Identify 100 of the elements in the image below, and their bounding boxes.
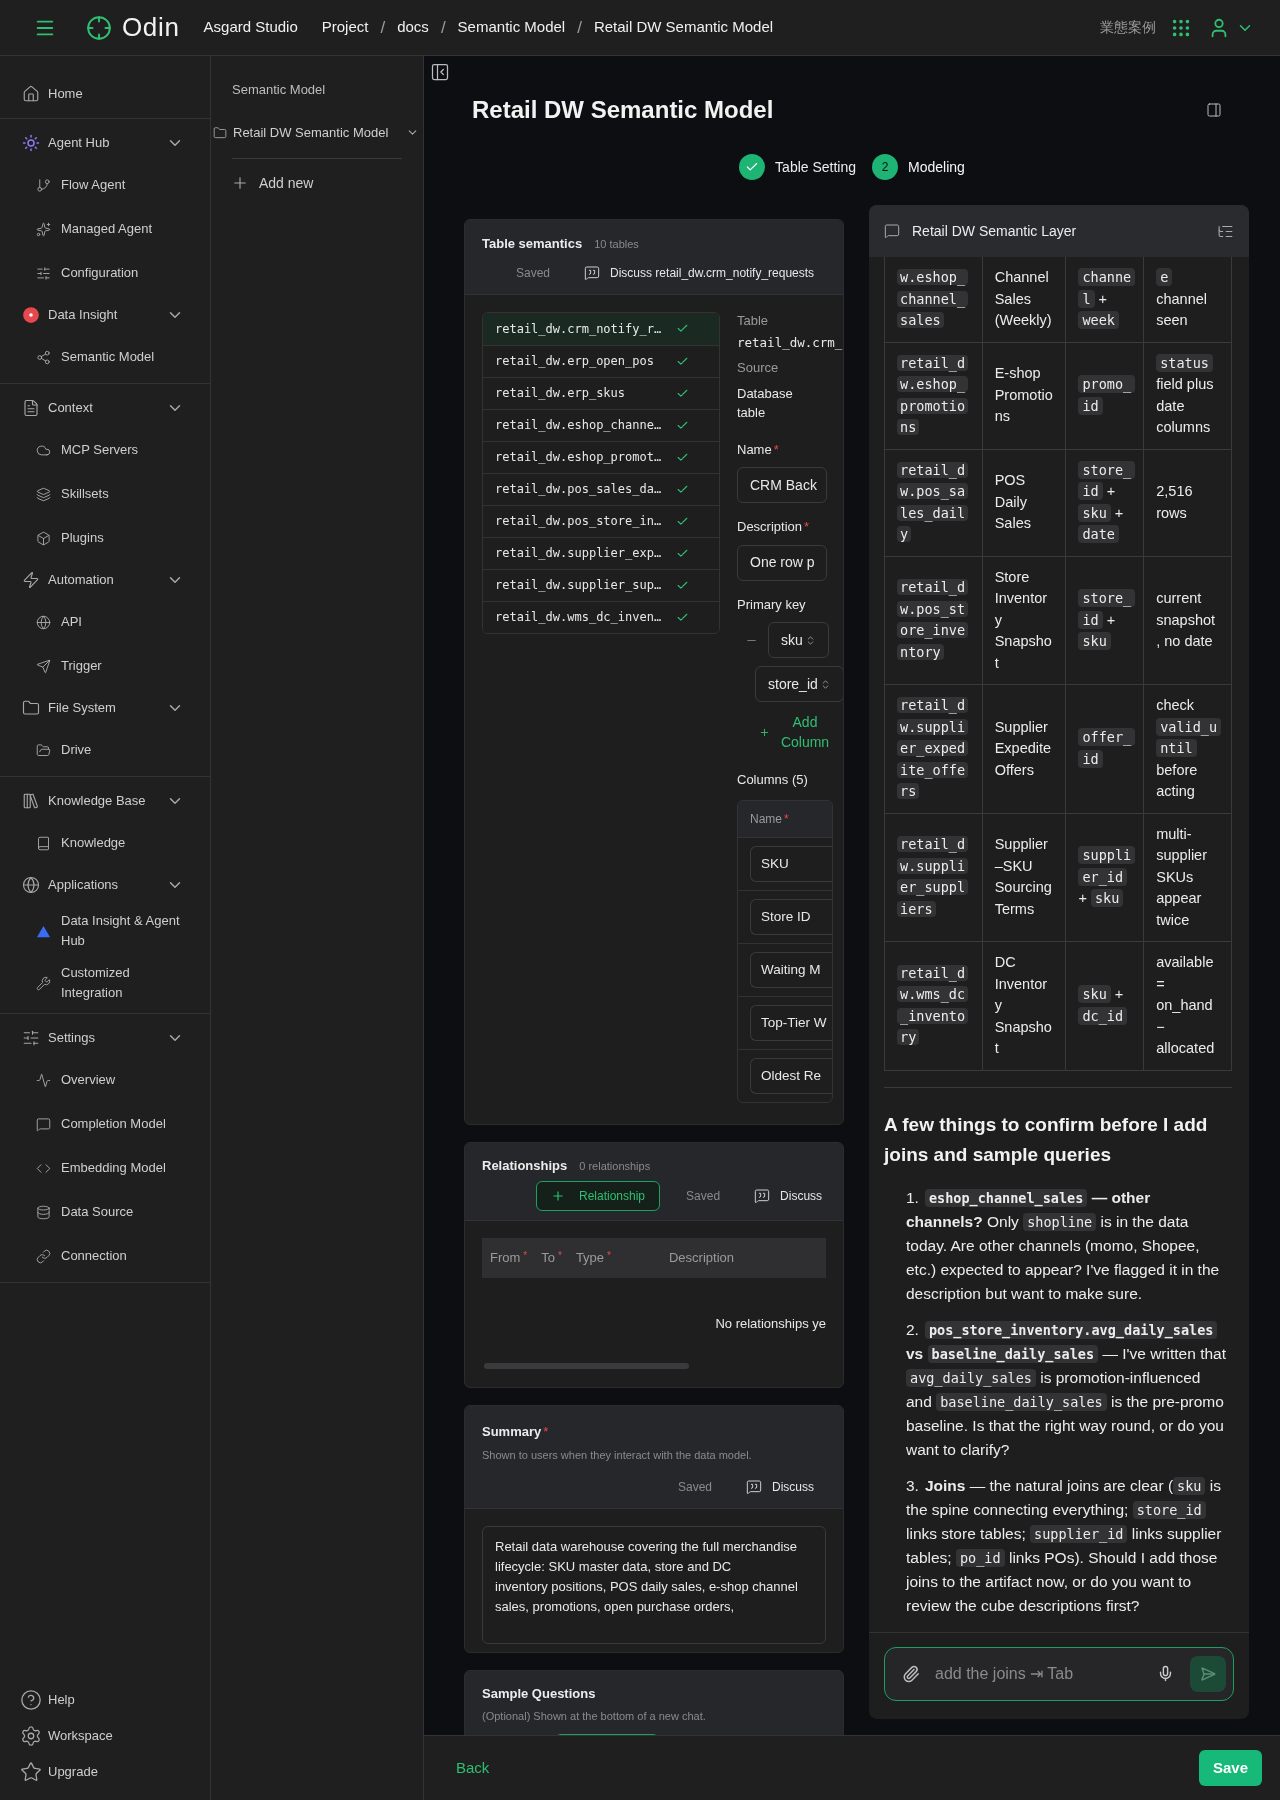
nav-item[interactable]: Applications — [0, 865, 210, 905]
workspace-label[interactable]: 業態案例 — [1100, 17, 1156, 38]
nav-item[interactable]: Skillsets — [0, 472, 210, 516]
table-cell: retail_dw.pos_store_inventory — [884, 556, 983, 685]
panel-toggle-icon[interactable] — [1206, 102, 1222, 118]
breadcrumb-link[interactable]: Asgard Studio — [203, 16, 298, 39]
back-button[interactable]: Back — [456, 1756, 490, 1780]
discuss-button[interactable]: Discuss — [746, 1477, 814, 1496]
column-name-field[interactable]: Waiting M — [750, 951, 832, 988]
link-icon — [36, 1248, 51, 1264]
card-title: Relationships — [482, 1157, 568, 1175]
table-list-item[interactable]: retail_dw.crm_notify_r… — [483, 312, 719, 345]
nav-item[interactable]: API — [0, 600, 210, 644]
breadcrumb-link[interactable]: Project — [321, 16, 369, 39]
table-cell: available = on_hand − allocated — [1143, 941, 1232, 1070]
nav-item[interactable]: Data Insight & Agent Hub — [0, 905, 210, 957]
columns-heading: Columns (5) — [737, 771, 809, 790]
card-title: Table semantics — [482, 235, 583, 253]
lightning-icon — [22, 571, 40, 589]
nav-item[interactable]: Upgrade — [20, 1758, 210, 1786]
table-cell: DC Inventory Snapshot — [982, 941, 1066, 1070]
plus-icon — [231, 174, 249, 192]
nav-item[interactable]: Completion Model — [0, 1102, 210, 1146]
discuss-button[interactable]: Discuss — [754, 1186, 823, 1205]
plus-icon — [551, 1188, 565, 1203]
attach-icon[interactable] — [902, 1665, 920, 1683]
nav-item[interactable]: Overview — [0, 1058, 210, 1102]
table-cell: supplier_id + sku — [1065, 813, 1144, 942]
card-title: Sample Questions — [482, 1685, 597, 1703]
nav-item[interactable]: Embedding Model — [0, 1146, 210, 1190]
table-cell: store_id + sku — [1065, 556, 1144, 685]
table-cell: retail_dw.supplier_suppliers — [884, 813, 983, 942]
books-icon — [22, 792, 40, 810]
nav-item[interactable]: Trigger — [0, 644, 210, 688]
chat-input[interactable]: add the joins ⇥ Tab — [884, 1647, 1234, 1701]
empty-message: No relationships ye — [715, 1314, 826, 1333]
column-name-field[interactable]: SKU — [750, 845, 832, 882]
folder-icon — [213, 125, 227, 140]
collapse-sidebar-icon[interactable] — [430, 62, 450, 82]
nav-item[interactable]: Data Source — [0, 1190, 210, 1234]
chat-title: Retail DW Semantic Layer — [912, 221, 1078, 241]
field-label: Name* — [737, 440, 780, 459]
table-cell: current snapshot, no date — [1143, 556, 1232, 685]
column-name-field[interactable]: Store ID — [750, 898, 832, 935]
nav-item[interactable]: Managed Agent — [0, 207, 210, 251]
column-name-field[interactable]: Oldest Re — [750, 1057, 832, 1094]
breadcrumb-link[interactable]: Semantic Model — [457, 16, 566, 39]
add-new-button[interactable]: Add new — [231, 172, 314, 194]
nav-item[interactable]: Flow Agent — [0, 163, 210, 207]
nav-item[interactable]: Knowledge — [0, 821, 210, 865]
globe-icon — [36, 614, 51, 630]
nav-item[interactable]: Connection — [0, 1234, 210, 1278]
breadcrumb-link[interactable]: docs — [397, 16, 429, 39]
table-cell: check valid_until before acting — [1143, 684, 1232, 813]
table-cell: w.eshop_channel_sales — [884, 257, 983, 342]
nav-item[interactable]: Settings — [0, 1018, 210, 1058]
nav-item[interactable]: Automation — [0, 560, 210, 600]
mic-icon[interactable] — [1157, 1665, 1174, 1682]
nav-item[interactable]: Help — [20, 1686, 210, 1714]
folder-icon — [22, 699, 40, 717]
discuss-button[interactable]: Discuss retail_dw.crm_notify_requests — [584, 263, 815, 282]
nav-item[interactable]: Customized Integration — [0, 957, 210, 1009]
send-button[interactable] — [1190, 1656, 1226, 1692]
breadcrumb-separator: / — [380, 16, 386, 39]
description-field[interactable]: One row p — [737, 544, 827, 581]
nav-item[interactable]: MCP Servers — [0, 428, 210, 472]
chat-icon — [754, 1187, 771, 1204]
table-list-item[interactable]: retail_dw.wms_dc_inven… — [483, 600, 719, 633]
step: Table Setting — [739, 154, 857, 180]
column-header: From * — [490, 1248, 528, 1267]
nav-item[interactable]: Home — [0, 74, 210, 114]
tree-item[interactable]: Retail DW Semantic Model — [211, 117, 423, 148]
summary-field[interactable]: Retail data warehouse covering the full merchandise lifecycle: SKU master data, store and DC inventory positions, POS daily sales, e-shop channel sales, promotions, open purchase orders, — [482, 1525, 826, 1644]
globe-icon — [22, 876, 40, 894]
relationship-count: 0 relationships — [579, 1159, 651, 1174]
field-label: Primary key — [737, 595, 807, 614]
triangle-icon — [36, 923, 51, 939]
nav-item[interactable]: Agent Hub — [0, 123, 210, 163]
table-cell: channel + week — [1065, 257, 1144, 342]
paper-plane-icon — [36, 658, 51, 674]
column-name-field[interactable]: Top-Tier W — [750, 1004, 832, 1041]
name-field[interactable]: CRM Back — [737, 467, 827, 504]
nav-item[interactable]: Knowledge Base — [0, 781, 210, 821]
add-relationship-button[interactable]: Relationship — [536, 1180, 661, 1211]
nav-item[interactable]: Data Insight — [0, 295, 210, 335]
key-select[interactable]: sku — [768, 622, 829, 659]
add-column-button[interactable]: Add Column — [759, 712, 843, 753]
nav-item[interactable]: Workspace — [20, 1722, 210, 1750]
nav-item[interactable]: Semantic Model — [0, 335, 210, 379]
nav-item[interactable]: File System — [0, 688, 210, 728]
nav-item[interactable]: Configuration — [0, 251, 210, 295]
plus-icon — [759, 726, 770, 738]
nav-item[interactable]: Plugins — [0, 516, 210, 560]
saved-status: Saved — [686, 1187, 721, 1205]
blob-icon — [22, 306, 40, 324]
nav-item[interactable]: Context — [0, 388, 210, 428]
breadcrumb-link[interactable]: Retail DW Semantic Model — [593, 16, 774, 39]
table-cell: POS Daily Sales — [982, 449, 1066, 556]
nav-item[interactable]: Drive — [0, 728, 210, 772]
check-icon — [745, 160, 760, 174]
